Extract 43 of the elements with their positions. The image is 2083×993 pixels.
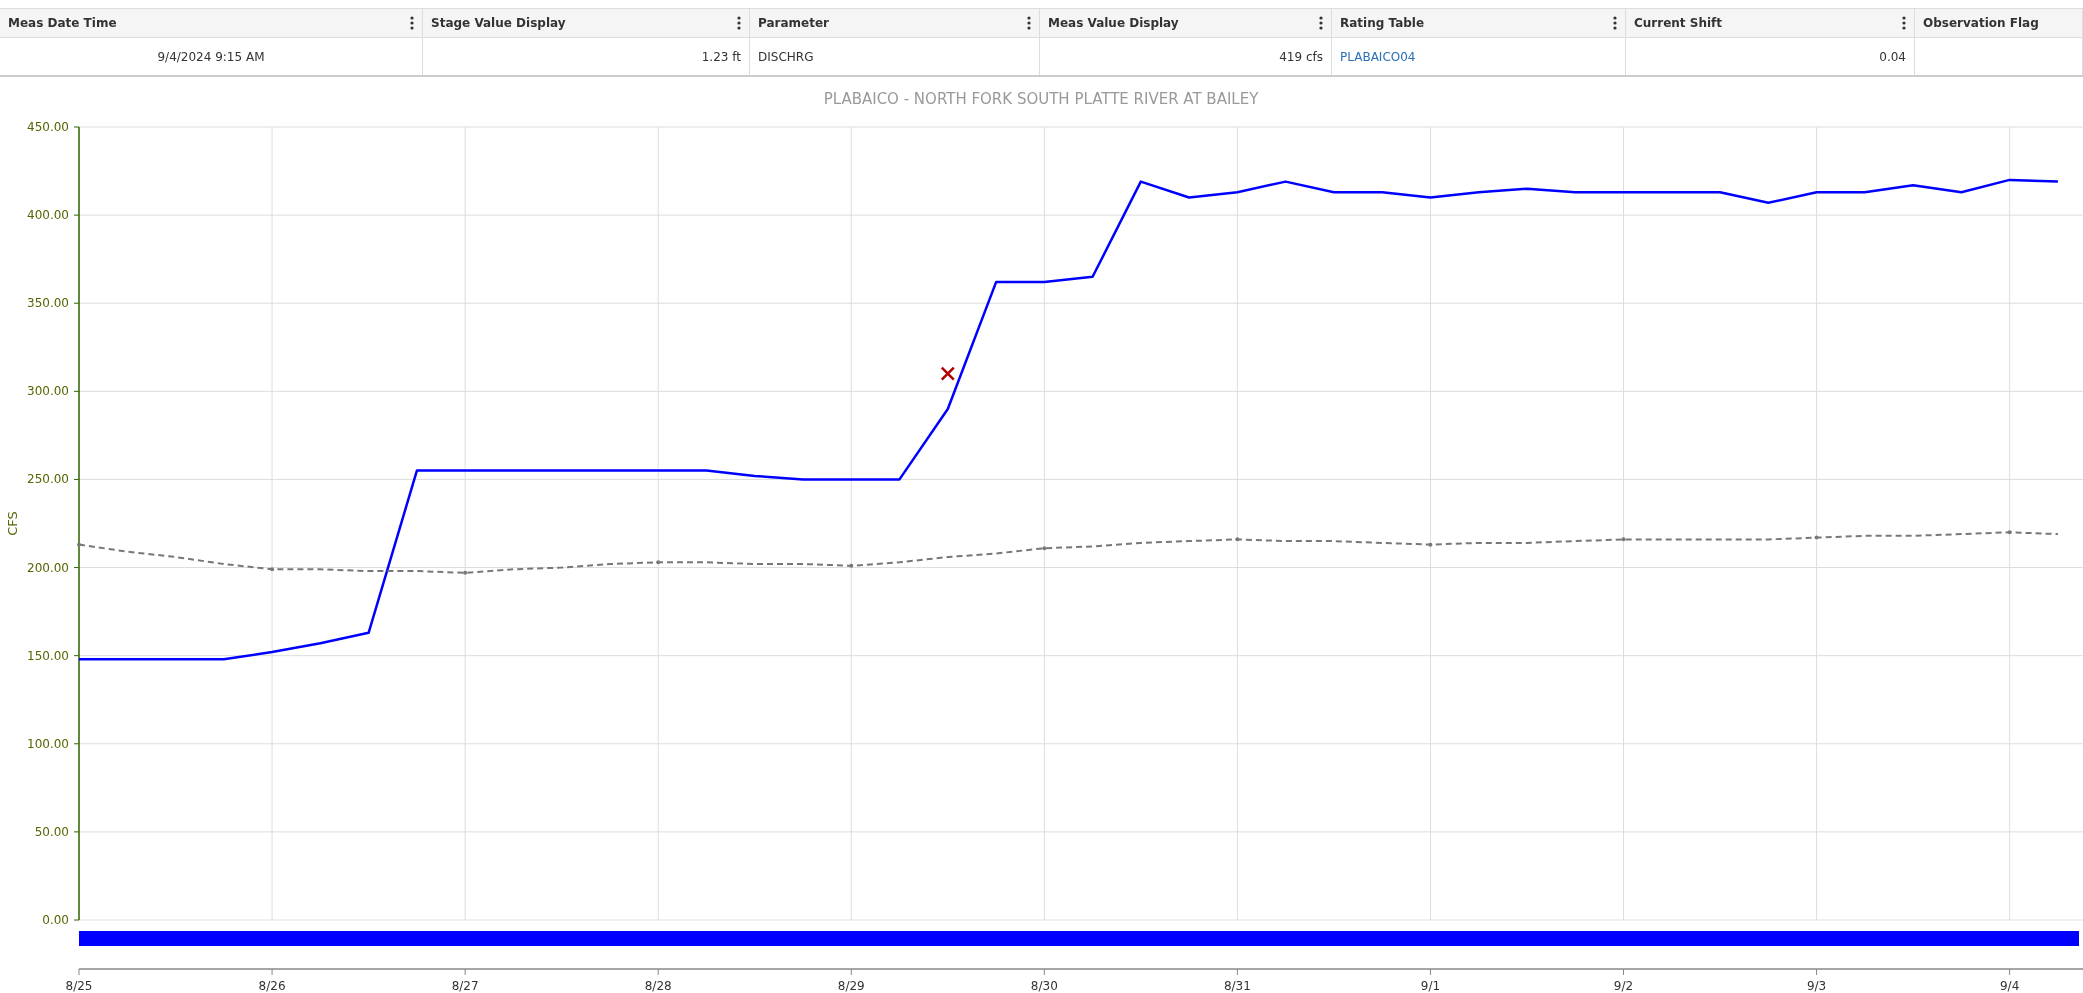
column-header[interactable]: Meas Value Display (1040, 9, 1332, 38)
x-tick-label: 8/30 (1030, 979, 1058, 993)
column-header[interactable]: Stage Value Display (423, 9, 750, 38)
y-tick-label: 50.00 (34, 824, 69, 839)
x-tick-label: 9/4 (2000, 979, 2020, 993)
table-cell: DISCHRG (758, 49, 814, 64)
x-tick-label: 8/31 (1223, 979, 1251, 993)
column-header[interactable]: Parameter (750, 9, 1040, 38)
x-tick-label: 8/26 (258, 979, 286, 993)
table-cell: 419 cfs (1279, 49, 1323, 64)
y-tick-label: 150.00 (27, 648, 69, 663)
y-axis-title: CFS (5, 511, 20, 536)
more-options-icon[interactable] (1613, 16, 1617, 30)
x-tick-label: 8/28 (644, 979, 672, 993)
y-tick-label: 250.00 (27, 472, 69, 487)
x-tick-label: 9/1 (1420, 979, 1441, 993)
more-options-icon[interactable] (1027, 16, 1031, 30)
chart-title: PLABAICO - NORTH FORK SOUTH PLATTE RIVER AT BAILEY (823, 90, 1259, 108)
more-options-icon[interactable] (737, 16, 741, 30)
column-header[interactable]: Rating Table (1332, 9, 1626, 38)
x-tick-label: 8/27 (451, 979, 479, 993)
y-tick-label: 400.00 (27, 208, 69, 223)
column-header[interactable]: Observation Flag (1915, 9, 2083, 38)
rating-table-link[interactable]: PLABAICO04 (1340, 49, 1416, 64)
more-options-icon[interactable] (410, 16, 414, 30)
x-tick-label: 9/2 (1613, 979, 1634, 993)
x-tick-label: 9/3 (1806, 979, 1827, 993)
y-tick-label: 350.00 (27, 296, 69, 311)
table-cell: 9/4/2024 9:15 AM (157, 49, 265, 64)
measurement-x-marker (940, 366, 956, 381)
y-tick-label: 200.00 (27, 560, 69, 575)
table-cell: 0.04 (1879, 49, 1906, 64)
column-header[interactable]: Meas Date Time (0, 9, 423, 38)
y-tick-label: 0.00 (42, 913, 69, 927)
table-cell: 1.23 ft (701, 49, 741, 64)
y-tick-label: 100.00 (27, 736, 69, 751)
y-tick-label: 300.00 (27, 384, 69, 399)
more-options-icon[interactable] (1319, 16, 1323, 30)
x-tick-label: 8/25 (65, 979, 93, 993)
column-header[interactable]: Current Shift (1626, 9, 1915, 38)
more-options-icon[interactable] (1902, 16, 1906, 30)
x-tick-label: 8/29 (837, 979, 865, 993)
y-tick-label: 450.00 (27, 120, 69, 134)
